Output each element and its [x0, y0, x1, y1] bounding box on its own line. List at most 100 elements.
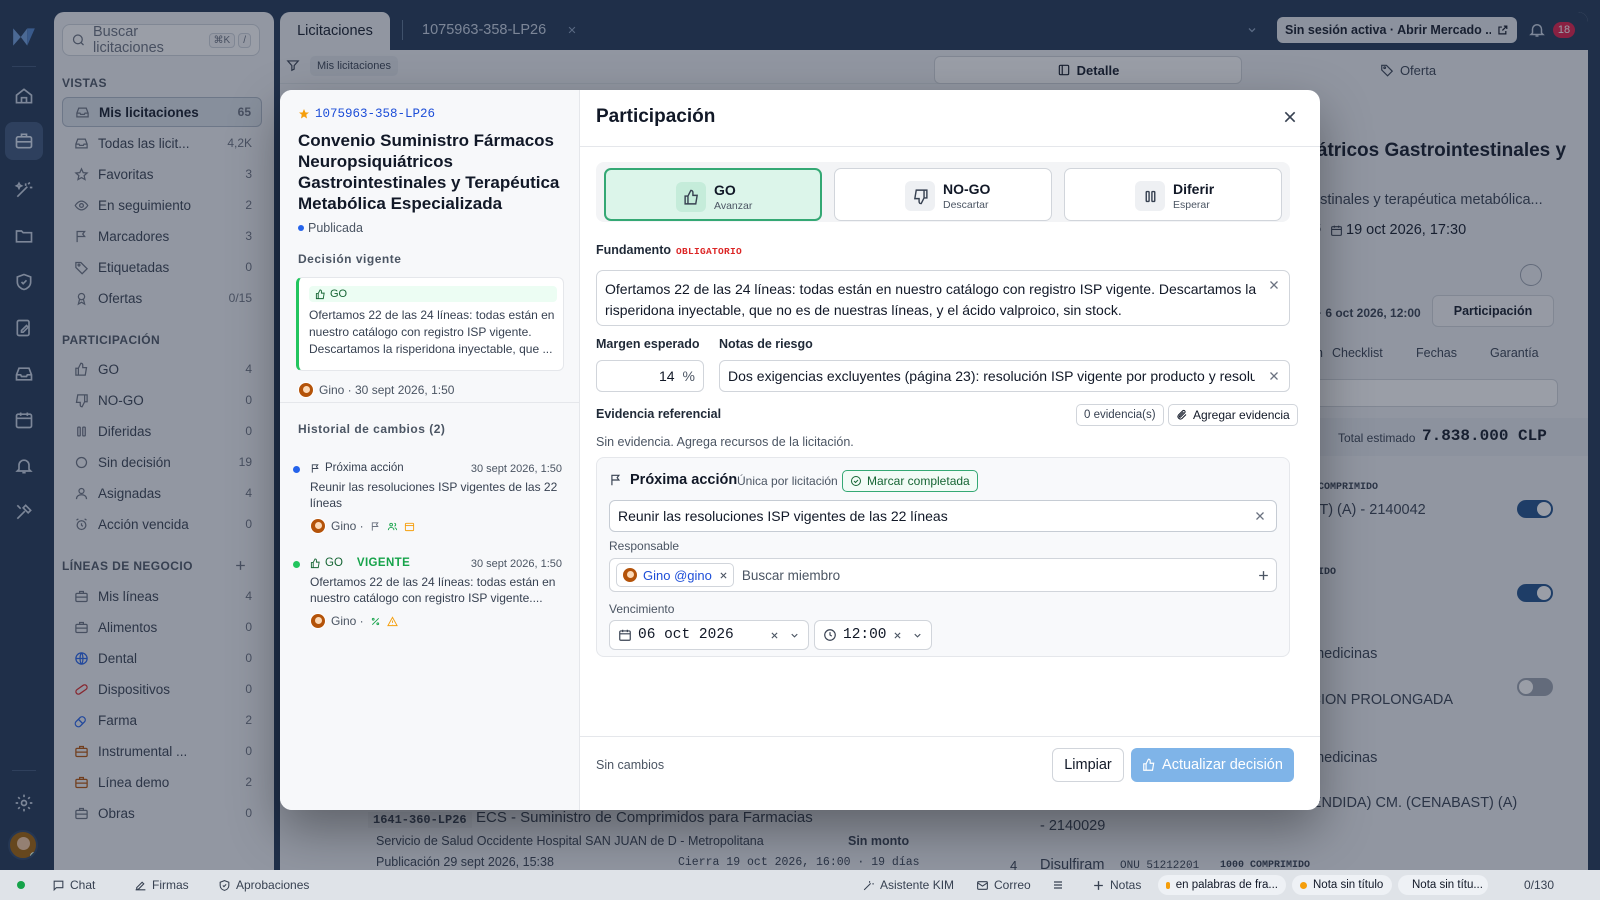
note-title: Nota sin título — [1313, 879, 1384, 891]
flag-icon — [370, 521, 381, 532]
thumb-up-icon — [310, 557, 321, 569]
add-evidence-label: Agregar evidencia — [1193, 408, 1290, 422]
note-title: Nota sin títu... — [1412, 879, 1483, 891]
check-circle-icon — [850, 475, 862, 487]
history-section-title: Historial de cambios (2) — [298, 422, 446, 436]
clear-icon[interactable] — [1268, 279, 1280, 291]
licitacion-code: 1075963-358-LP26 — [298, 107, 435, 121]
history-text: Reunir las resoluciones ISP vigentes de … — [310, 480, 558, 510]
history-dot — [293, 466, 300, 473]
required-tag: OBLIGATORIO — [676, 246, 743, 257]
thumb-up-icon — [315, 288, 326, 300]
responsable-field[interactable]: Gino @gino Buscar miembro — [609, 558, 1277, 592]
note-tab[interactable]: en palabras de fra... — [1158, 875, 1286, 895]
choice-icon-box — [905, 181, 935, 211]
modal-form-panel: Participación GO Avanzar NO-GO Descartar D… — [580, 90, 1320, 810]
choice-text: GO Avanzar — [714, 182, 752, 212]
choice-icon-box — [676, 182, 706, 212]
chevron-down-icon[interactable] — [789, 630, 800, 641]
clear-icon[interactable] — [770, 631, 779, 640]
avatar — [298, 382, 314, 398]
chevron-down-icon[interactable] — [912, 630, 923, 641]
thumb-down-icon — [912, 188, 929, 205]
avatar — [622, 567, 638, 583]
decision-section-title: Decisión vigente — [298, 252, 402, 266]
history-date: 30 sept 2026, 1:50 — [470, 558, 562, 570]
calendar-icon — [618, 628, 632, 642]
evidence-count-chip: 0 evidencia(s) — [1076, 404, 1164, 426]
clear-button[interactable]: Limpiar — [1052, 748, 1124, 782]
menu-icon[interactable] — [1052, 879, 1064, 891]
go-option-button[interactable]: GO Avanzar — [604, 168, 822, 221]
chat-label: Chat — [70, 878, 96, 892]
magic-icon — [862, 879, 875, 892]
due-date-picker[interactable]: 06 oct 2026 — [609, 620, 809, 650]
note-title: en palabras de fra... — [1175, 879, 1278, 891]
member-name: Gino @gino — [643, 567, 712, 583]
mark-complete-button[interactable]: Marcar completada — [842, 470, 978, 492]
modal-footer: Sin cambios Limpiar Actualizar decisión — [580, 736, 1320, 810]
margen-unit: % — [682, 368, 695, 384]
choice-subtitle: Descartar — [943, 199, 989, 211]
divider — [580, 146, 1320, 147]
clear-icon[interactable] — [1254, 510, 1266, 522]
history-dot — [293, 561, 300, 568]
firmas-label: Firmas — [152, 878, 189, 892]
aprobaciones-button[interactable]: Aprobaciones — [218, 870, 309, 900]
add-icon[interactable] — [1257, 569, 1270, 582]
update-decision-button[interactable]: Actualizar decisión — [1131, 748, 1294, 782]
thumb-up-icon — [683, 189, 700, 206]
note-dot — [1300, 881, 1307, 889]
clear-icon[interactable] — [893, 631, 902, 640]
warning-icon — [386, 615, 398, 627]
note-tab[interactable]: Nota sin título — [1292, 875, 1392, 895]
divider — [280, 402, 580, 403]
responsable-label: Responsable — [609, 539, 680, 553]
defer-option-button[interactable]: Diferir Esperar — [1064, 168, 1282, 221]
vencimiento-label: Vencimiento — [609, 602, 675, 616]
thumb-up-icon — [1142, 758, 1156, 772]
member-search-placeholder: Buscar miembro — [741, 567, 841, 583]
modal-summary-panel: 1075963-358-LP26 Convenio Suministro Fár… — [280, 90, 580, 810]
licitacion-title: Convenio Suministro Fármacos Neuropsiqui… — [298, 131, 560, 213]
next-action-input[interactable]: Reunir las resoluciones ISP vigentes de … — [609, 500, 1277, 532]
chat-icon — [52, 879, 65, 892]
note-tab[interactable]: Nota sin títu... — [1398, 875, 1488, 895]
choice-title: GO — [714, 182, 736, 198]
pause-icon — [1142, 188, 1159, 205]
close-icon[interactable] — [1282, 109, 1298, 125]
clear-icon[interactable] — [1268, 370, 1280, 382]
add-icon — [1092, 879, 1105, 892]
choice-title: Diferir — [1173, 181, 1215, 197]
riesgo-label: Notas de riesgo — [719, 337, 813, 351]
due-time-picker[interactable]: 12:00 — [814, 620, 932, 650]
add-evidence-button[interactable]: Agregar evidencia — [1168, 404, 1298, 426]
nogo-option-button[interactable]: NO-GO Descartar — [834, 168, 1052, 221]
avatar — [310, 613, 326, 629]
history-label: Próxima acción — [310, 462, 404, 474]
history-meta: Gino · — [310, 613, 398, 629]
fundamento-textarea[interactable]: Ofertamos 22 de las 24 líneas: todas est… — [596, 270, 1290, 326]
fundamento-label-text: Fundamento — [596, 243, 671, 257]
chat-button[interactable]: Chat — [52, 870, 95, 900]
char-counter: 0/130 — [1524, 878, 1555, 892]
firmas-button[interactable]: Firmas — [134, 870, 189, 900]
history-meta: Gino · — [310, 518, 415, 534]
current-decision-card: GO Ofertamos 22 de las 24 líneas: todas … — [296, 277, 564, 371]
clock-icon — [823, 628, 837, 642]
evidence-empty-hint: Sin evidencia. Agrega recursos de la lic… — [596, 435, 854, 449]
riesgo-input[interactable]: Dos exigencias excluyentes (página 23): … — [719, 360, 1290, 392]
participation-modal: 1075963-358-LP26 Convenio Suministro Fár… — [280, 90, 1320, 810]
history-author: Gino · — [331, 614, 364, 628]
aprobaciones-label: Aprobaciones — [236, 878, 310, 892]
remove-member-icon[interactable] — [719, 571, 728, 580]
notas-button[interactable]: Notas — [1092, 870, 1141, 900]
assistant-button[interactable]: Asistente KIM — [862, 870, 954, 900]
update-decision-label: Actualizar decisión — [1162, 757, 1283, 773]
choice-subtitle: Esperar — [1173, 199, 1210, 211]
evidencia-label: Evidencia referencial — [596, 407, 722, 421]
correo-button[interactable]: Correo — [976, 870, 1031, 900]
margen-input[interactable]: 14% — [596, 360, 704, 392]
member-chip[interactable]: Gino @gino — [616, 563, 734, 587]
shield-check-icon — [218, 879, 231, 892]
